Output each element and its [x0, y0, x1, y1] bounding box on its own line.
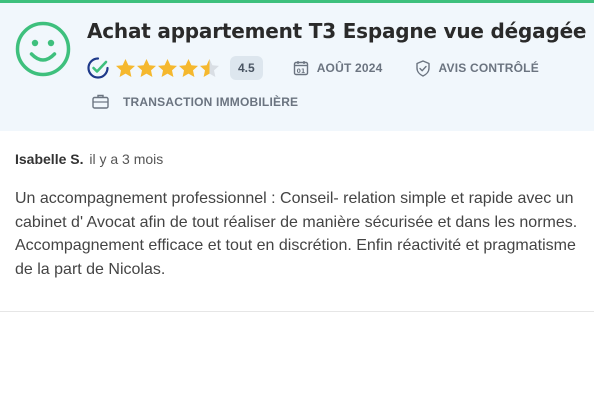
verification-status-text: AVIS CONTRÔLÉ: [438, 61, 539, 75]
author-line: Isabelle S. il y a 3 mois: [15, 151, 163, 167]
briefcase-icon: [92, 94, 109, 109]
verification-status: AVIS CONTRÔLÉ: [415, 59, 539, 77]
star-icon: [200, 58, 219, 77]
calendar-icon: 01: [293, 61, 308, 76]
review-date: 01 AOÛT 2024: [293, 60, 383, 76]
star-rating: [115, 58, 220, 79]
author-name: Isabelle S.: [15, 151, 84, 167]
shield-check-icon: [415, 59, 430, 77]
review-body: Isabelle S. il y a 3 mois Un accompagnem…: [0, 131, 594, 312]
review-date-text: AOÛT 2024: [316, 61, 383, 75]
star-icon: [179, 58, 198, 77]
star-icon: [158, 58, 177, 77]
review-text: Un accompagnement professionnel : Consei…: [15, 190, 578, 278]
review-meta: 4.5 01 AOÛT 2024 AVIS CONTRÔLÉ: [87, 55, 571, 81]
svg-text:01: 01: [296, 68, 305, 75]
review-category: TRANSACTION IMMOBILIÈRE: [92, 94, 298, 109]
posted-time: il y a 3 mois: [89, 151, 164, 167]
smiley-icon: [15, 21, 71, 77]
star-icon: [137, 58, 156, 77]
review-header: Achat appartement T3 Espagne vue dégagée…: [0, 3, 594, 131]
review-category-text: TRANSACTION IMMOBILIÈRE: [123, 94, 299, 109]
review-title: Achat appartement T3 Espagne vue dégagée: [87, 19, 587, 43]
rating-badge: 4.5: [230, 56, 263, 80]
verified-check-icon: [87, 57, 109, 79]
star-icon: [116, 58, 135, 77]
